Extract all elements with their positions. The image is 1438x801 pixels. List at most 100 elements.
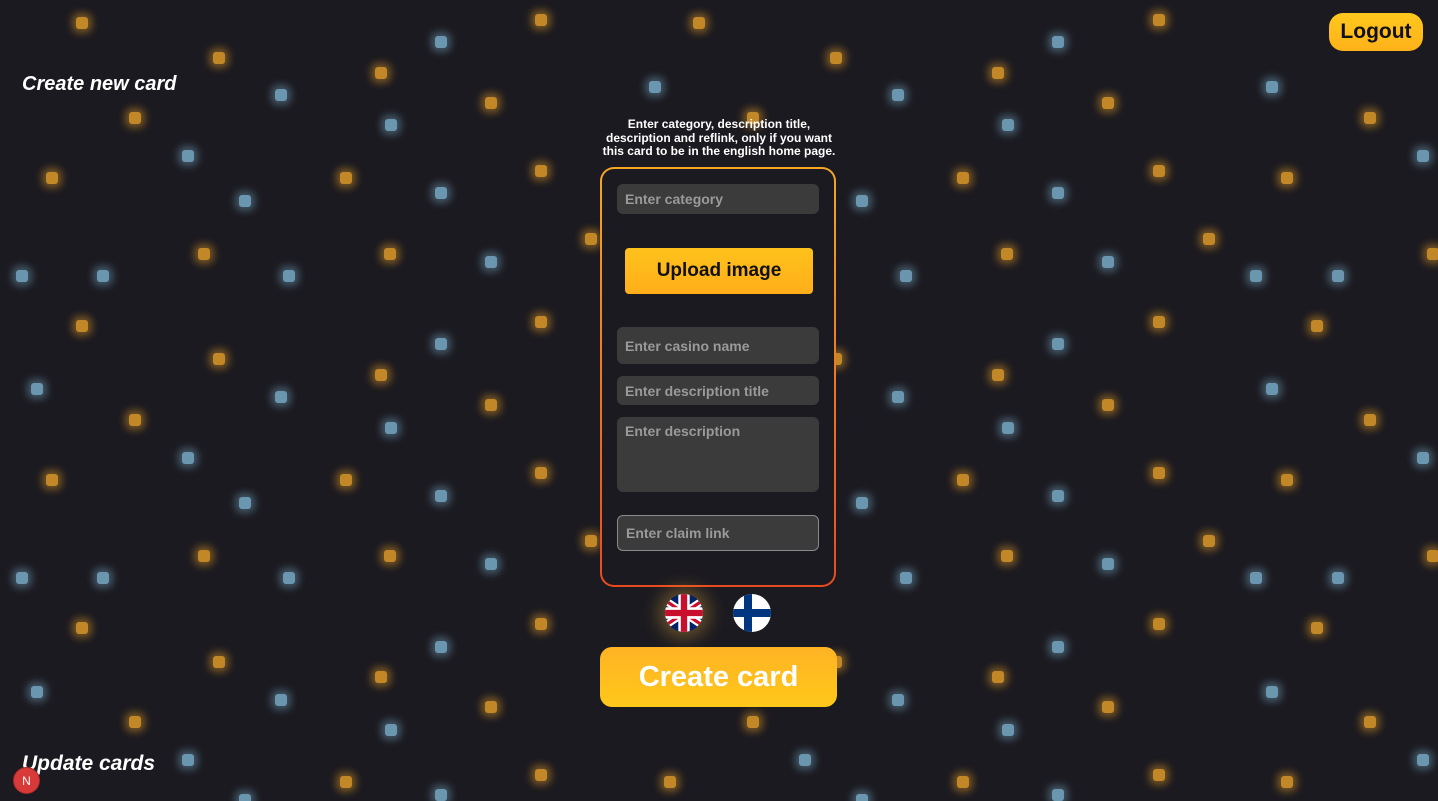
background-dot xyxy=(182,452,194,464)
claim-link-input[interactable] xyxy=(617,515,819,551)
background-dot xyxy=(485,701,497,713)
create-card-button[interactable]: Create card xyxy=(600,647,837,707)
background-dot xyxy=(1153,467,1165,479)
logout-button[interactable]: Logout xyxy=(1329,13,1423,51)
background-dot xyxy=(1052,789,1064,801)
background-dot xyxy=(275,89,287,101)
background-dot xyxy=(992,369,1004,381)
uk-flag-icon[interactable] xyxy=(665,594,703,632)
background-dot xyxy=(1052,641,1064,653)
notification-badge[interactable]: N xyxy=(13,767,40,794)
background-dot xyxy=(1203,535,1215,547)
background-dot xyxy=(1364,112,1376,124)
background-dot xyxy=(1311,320,1323,332)
background-dot xyxy=(31,686,43,698)
background-dot xyxy=(1002,119,1014,131)
background-dot xyxy=(385,119,397,131)
background-dot xyxy=(283,270,295,282)
background-dot xyxy=(585,233,597,245)
background-dot xyxy=(275,694,287,706)
background-dot xyxy=(16,572,28,584)
background-dot xyxy=(1266,383,1278,395)
background-dot xyxy=(1001,550,1013,562)
background-dot xyxy=(1102,701,1114,713)
finland-flag-icon[interactable] xyxy=(733,594,771,632)
background-dot xyxy=(385,724,397,736)
background-dot xyxy=(1250,572,1262,584)
background-dot xyxy=(129,414,141,426)
background-dot xyxy=(1281,474,1293,486)
background-dot xyxy=(1153,14,1165,26)
background-dot xyxy=(97,572,109,584)
background-dot xyxy=(46,172,58,184)
background-dot xyxy=(1417,452,1429,464)
background-dot xyxy=(435,36,447,48)
background-dot xyxy=(435,338,447,350)
background-dot xyxy=(1281,172,1293,184)
background-dot xyxy=(535,316,547,328)
background-dot xyxy=(384,248,396,260)
background-dot xyxy=(435,187,447,199)
background-dot xyxy=(275,391,287,403)
background-dot xyxy=(182,754,194,766)
background-dot xyxy=(485,256,497,268)
background-dot xyxy=(900,270,912,282)
background-dot xyxy=(892,89,904,101)
background-dot xyxy=(664,776,676,788)
background-dot xyxy=(76,17,88,29)
background-dot xyxy=(957,776,969,788)
background-dot xyxy=(535,165,547,177)
category-input[interactable] xyxy=(617,184,819,214)
background-dot xyxy=(1052,187,1064,199)
background-dot xyxy=(485,97,497,109)
background-dot xyxy=(435,641,447,653)
background-dot xyxy=(1427,248,1438,260)
background-dot xyxy=(1153,316,1165,328)
background-dot xyxy=(957,172,969,184)
background-dot xyxy=(693,17,705,29)
create-card-form: Upload image xyxy=(600,167,836,587)
casino-name-input[interactable] xyxy=(617,327,819,364)
background-dot xyxy=(1311,622,1323,634)
background-dot xyxy=(76,622,88,634)
background-dot xyxy=(1417,754,1429,766)
background-dot xyxy=(1052,490,1064,502)
background-dot xyxy=(856,794,868,801)
background-dot xyxy=(1266,81,1278,93)
background-dot xyxy=(892,391,904,403)
page: Logout Create new card Enter category, d… xyxy=(0,0,1438,801)
background-dot xyxy=(992,67,1004,79)
background-dot xyxy=(129,112,141,124)
description-textarea[interactable] xyxy=(617,417,819,492)
create-section-title: Create new card xyxy=(22,73,177,95)
background-dot xyxy=(385,422,397,434)
background-dot xyxy=(182,150,194,162)
background-dot xyxy=(649,81,661,93)
background-dot xyxy=(239,794,251,801)
background-dot xyxy=(1002,724,1014,736)
background-dot xyxy=(1052,36,1064,48)
background-dot xyxy=(799,754,811,766)
background-dot xyxy=(1250,270,1262,282)
background-dot xyxy=(856,195,868,207)
description-title-input[interactable] xyxy=(617,376,819,405)
background-dot xyxy=(1153,165,1165,177)
background-dot xyxy=(375,369,387,381)
background-dot xyxy=(1052,338,1064,350)
background-dot xyxy=(340,172,352,184)
background-dot xyxy=(535,467,547,479)
background-dot xyxy=(900,572,912,584)
background-dot xyxy=(1102,399,1114,411)
background-dot xyxy=(239,497,251,509)
background-dot xyxy=(283,572,295,584)
background-dot xyxy=(1281,776,1293,788)
upload-image-button[interactable]: Upload image xyxy=(625,248,813,294)
background-dot xyxy=(1332,572,1344,584)
background-dot xyxy=(198,248,210,260)
background-dot xyxy=(535,618,547,630)
background-dot xyxy=(992,671,1004,683)
background-dot xyxy=(856,497,868,509)
background-dot xyxy=(97,270,109,282)
background-dot xyxy=(435,490,447,502)
background-dot xyxy=(1002,422,1014,434)
